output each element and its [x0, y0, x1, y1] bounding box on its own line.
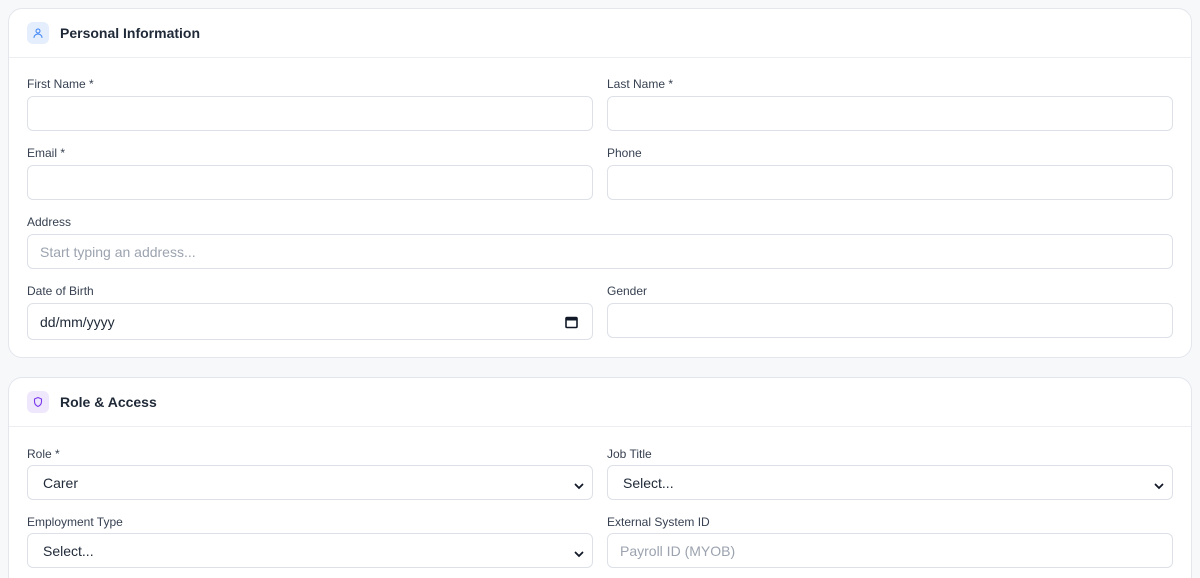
role-select-value: Carer [43, 474, 79, 491]
employment-type-select[interactable]: Select... [27, 533, 593, 568]
chevron-down-icon [1154, 478, 1164, 489]
address-input[interactable] [27, 234, 1173, 269]
chevron-down-icon [574, 546, 584, 557]
date-of-birth-label: Date of Birth [27, 284, 94, 298]
employment-type-label: Employment Type [27, 515, 123, 529]
personal-information-card: Personal Information First Name * Last N… [8, 8, 1192, 358]
job-title-select-value: Select... [623, 474, 674, 491]
role-access-card: Role & Access Role * Carer Job Title Sel… [8, 377, 1192, 578]
first-name-label: First Name * [27, 77, 94, 91]
last-name-label: Last Name * [607, 77, 674, 91]
gender-input[interactable] [607, 303, 1173, 338]
phone-label: Phone [607, 146, 642, 160]
shield-icon [27, 391, 49, 413]
job-title-select[interactable]: Select... [607, 465, 1173, 500]
chevron-down-icon [574, 478, 584, 489]
role-access-header: Role & Access [9, 378, 1191, 427]
role-access-title: Role & Access [60, 394, 157, 410]
role-label: Role * [27, 447, 60, 461]
gender-label: Gender [607, 284, 648, 298]
user-icon [27, 22, 49, 44]
phone-input[interactable] [607, 165, 1173, 200]
email-label: Email * [27, 146, 66, 160]
external-system-id-label: External System ID [607, 515, 710, 529]
calendar-icon[interactable] [565, 315, 578, 328]
first-name-input[interactable] [27, 96, 593, 131]
date-of-birth-input[interactable]: dd/mm/yyyy [27, 303, 593, 340]
external-system-id-input[interactable] [607, 533, 1173, 568]
job-title-label: Job Title [607, 447, 652, 461]
address-label: Address [27, 215, 72, 229]
employment-type-select-value: Select... [43, 542, 94, 559]
last-name-input[interactable] [607, 96, 1173, 131]
role-select[interactable]: Carer [27, 465, 593, 500]
date-of-birth-value: dd/mm/yyyy [40, 313, 115, 330]
personal-information-header: Personal Information [9, 9, 1191, 58]
personal-information-title: Personal Information [60, 25, 201, 41]
email-input[interactable] [27, 165, 593, 200]
